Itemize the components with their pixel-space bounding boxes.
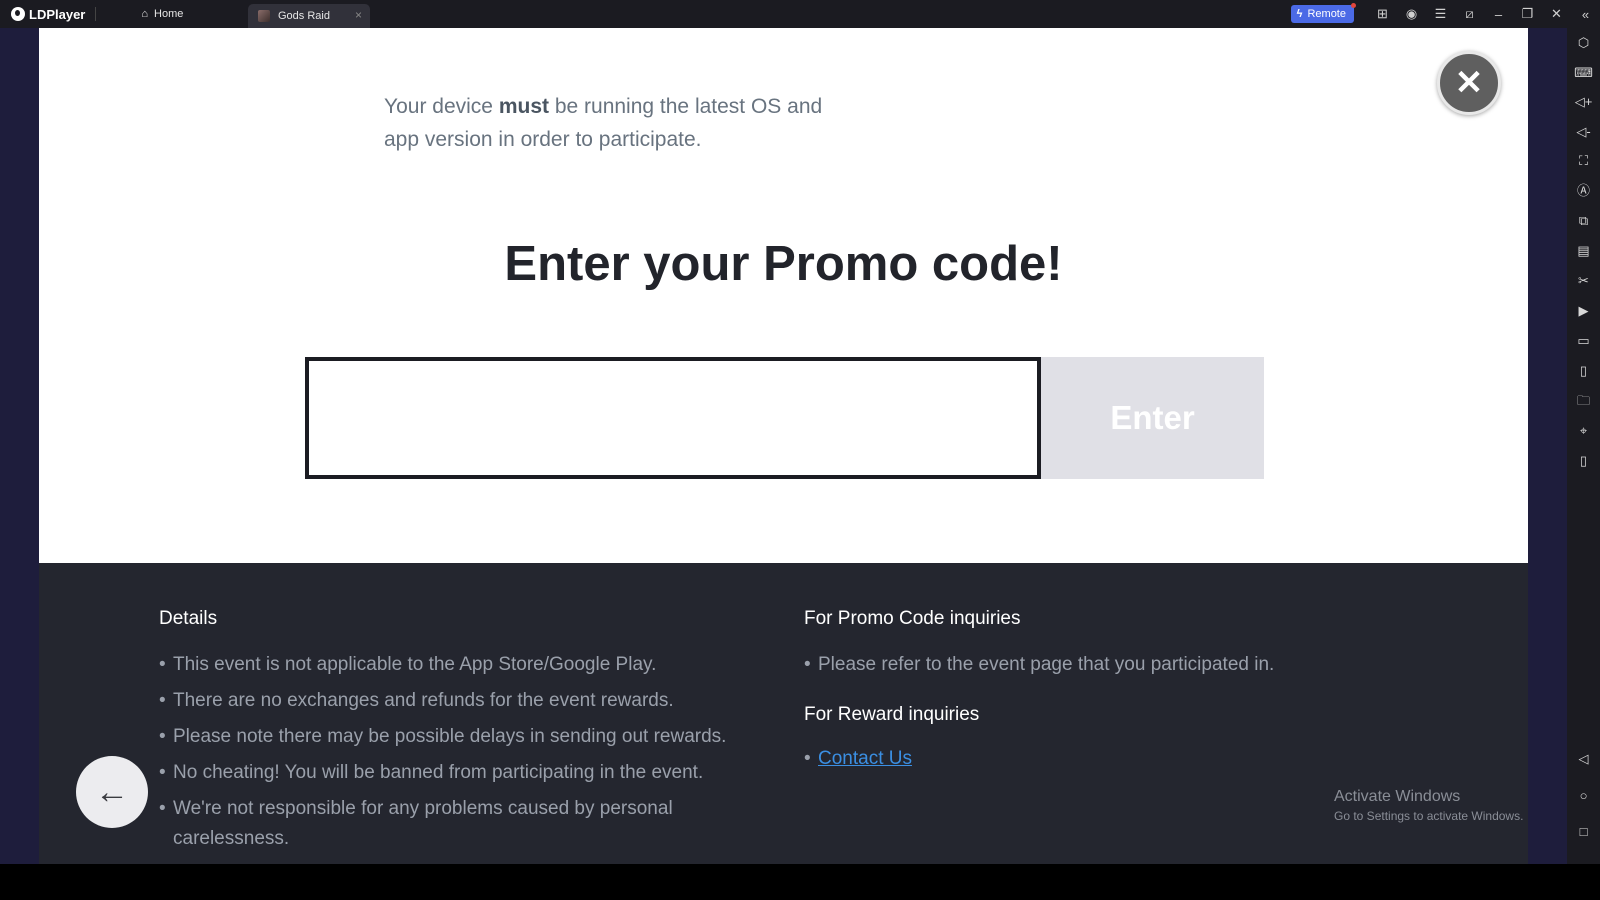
bottom-bar (0, 864, 1600, 900)
details-panel: Details This event is not applicable to … (39, 563, 1528, 864)
device-notice: Your device must be running the latest O… (384, 90, 844, 156)
tab-close-icon[interactable]: × (355, 8, 362, 22)
fullscreen-icon[interactable]: ⛶ (1567, 153, 1600, 169)
list-item: Contact Us (804, 744, 1404, 774)
promo-panel: Your device must be running the latest O… (39, 28, 1528, 563)
tab-gods-raid[interactable]: Gods Raid × (248, 4, 370, 28)
watermark-line1: Activate Windows (1334, 788, 1461, 805)
contact-us-link[interactable]: Contact Us (818, 748, 912, 769)
promo-inquiries-list: Please refer to the event page that you … (804, 650, 1404, 680)
back-nav-icon[interactable]: ◁ (1567, 751, 1600, 767)
menu-icon[interactable]: ☰ (1426, 6, 1455, 22)
sync-icon[interactable]: ▭ (1567, 333, 1600, 349)
inquiries-section: For Promo Code inquiries Please refer to… (804, 608, 1404, 780)
enter-button[interactable]: Enter (1041, 357, 1264, 479)
volume-up-icon[interactable]: ◁+ (1567, 94, 1600, 110)
list-item: There are no exchanges and refunds for t… (159, 686, 779, 716)
notice-text-pre: Your device (384, 95, 499, 118)
settings-icon[interactable]: ⬡ (1567, 35, 1600, 51)
details-section: Details This event is not applicable to … (159, 608, 779, 860)
emulator-left-border (0, 28, 39, 864)
shake-icon[interactable]: ▯ (1567, 363, 1600, 379)
list-item: Please note there may be possible delays… (159, 722, 779, 752)
scissors-icon[interactable]: ✂ (1567, 273, 1600, 289)
reward-inquiries-list: Contact Us (804, 744, 1404, 774)
game-thumbnail-icon (258, 10, 270, 22)
list-item: This event is not applicable to the App … (159, 650, 779, 680)
tab-gods-raid-label: Gods Raid (278, 10, 330, 22)
notification-dot (1351, 3, 1356, 8)
ldplayer-logo-icon (11, 7, 25, 21)
close-dialog-button[interactable]: ✕ (1437, 51, 1501, 115)
home-icon: ⌂ (141, 8, 149, 20)
recents-nav-icon[interactable]: □ (1567, 824, 1600, 840)
reward-inquiries-title: For Reward inquiries (804, 704, 980, 725)
details-title: Details (159, 608, 218, 629)
account-icon[interactable]: ◉ (1397, 6, 1426, 22)
collapse-sidebar-icon[interactable]: « (1571, 7, 1600, 22)
volume-down-icon[interactable]: ◁- (1567, 124, 1600, 140)
title-bar: LDPlayer ⌂ Home Gods Raid × ϟ Remote ⊞ ◉… (0, 0, 1600, 28)
remote-button[interactable]: ϟ Remote (1290, 3, 1356, 23)
tab-home[interactable]: ⌂ Home (141, 2, 183, 26)
minimize-icon[interactable]: – (1484, 7, 1513, 22)
list-item: We're not responsible for any problems c… (159, 794, 779, 854)
restore-icon[interactable]: ❐ (1513, 6, 1542, 22)
lightning-icon: ϟ (1296, 8, 1303, 20)
details-list: This event is not applicable to the App … (159, 650, 779, 854)
page-title: Enter your Promo code! (504, 237, 1063, 291)
list-item: Please refer to the event page that you … (804, 650, 1404, 680)
record-icon[interactable]: ▶ (1567, 303, 1600, 319)
keyboard-icon[interactable]: ⌨ (1567, 65, 1600, 81)
gamepad-icon[interactable]: ⊞ (1368, 6, 1397, 22)
app-name: LDPlayer (29, 6, 86, 22)
tab-home-label: Home (154, 8, 184, 20)
close-window-icon[interactable]: ✕ (1542, 6, 1571, 22)
apk-install-icon[interactable]: ▤ (1567, 243, 1600, 259)
promo-code-input[interactable] (305, 357, 1041, 479)
folder-icon[interactable]: 🗀 (1567, 393, 1600, 409)
back-button[interactable]: ← (76, 756, 148, 828)
close-icon: ✕ (1454, 64, 1484, 102)
watermark-line2: Go to Settings to activate Windows. (1334, 809, 1524, 823)
rotate-icon[interactable]: ▯ (1567, 453, 1600, 469)
arrow-left-icon: ← (95, 772, 129, 811)
home-nav-icon[interactable]: ○ (1567, 788, 1600, 804)
add-instance-icon[interactable]: ⧉ (1567, 213, 1600, 229)
emulator-sidebar: ⬡ ⌨ ◁+ ◁- ⛶ Ⓐ ⧉ ▤ ✂ ▶ ▭ ▯ 🗀 ⌖ ▯ ◁ ○ □ (1567, 28, 1600, 864)
emulator-right-border (1528, 28, 1567, 864)
remote-label: Remote (1307, 8, 1346, 20)
activate-windows-watermark: Activate Windows Go to Settings to activ… (1334, 788, 1523, 823)
promo-inquiries-title: For Promo Code inquiries (804, 608, 1021, 629)
list-item: No cheating! You will be banned from par… (159, 758, 779, 788)
auto-rotate-icon[interactable]: Ⓐ (1567, 183, 1600, 199)
app-logo: LDPlayer (11, 7, 85, 22)
location-icon[interactable]: ⌖ (1567, 423, 1600, 439)
resize-icon[interactable]: ⧄ (1455, 6, 1484, 22)
title-divider (95, 7, 97, 21)
notice-text-bold: must (498, 95, 549, 118)
